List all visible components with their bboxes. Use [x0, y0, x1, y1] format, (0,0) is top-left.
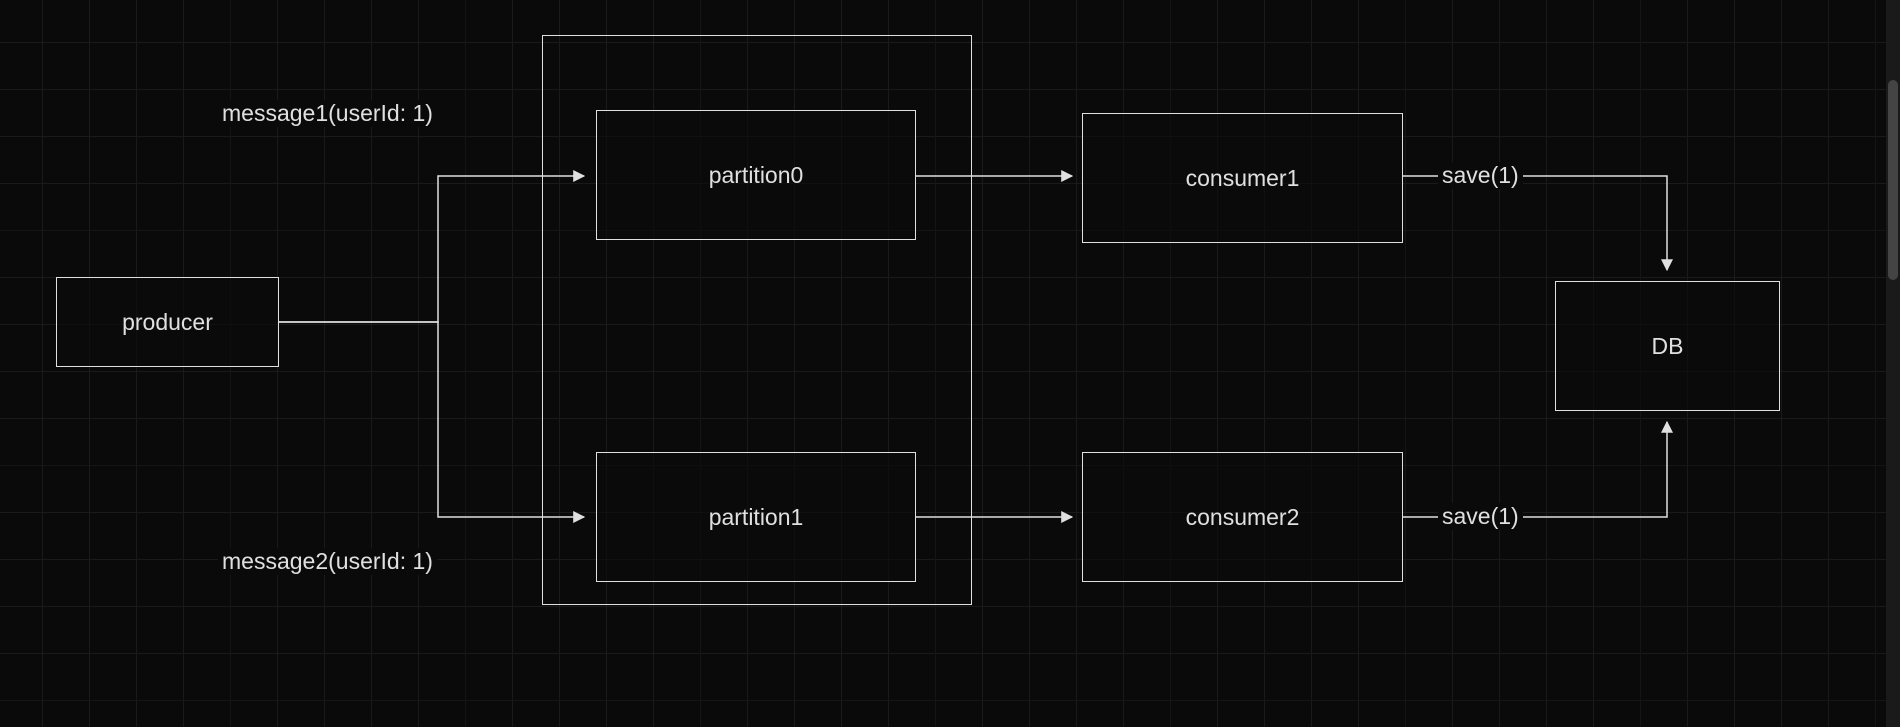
consumer1-label: consumer1: [1186, 165, 1300, 192]
edge-label-save1: save(1): [1438, 162, 1523, 189]
producer-node[interactable]: producer: [56, 277, 279, 367]
consumer2-node[interactable]: consumer2: [1082, 452, 1403, 582]
edge-label-message2: message2(userId: 1): [218, 548, 437, 575]
producer-label: producer: [122, 309, 213, 336]
db-node[interactable]: DB: [1555, 281, 1780, 411]
partition0-node[interactable]: partition0: [596, 110, 916, 240]
edge-label-message1: message1(userId: 1): [218, 100, 437, 127]
partition1-node[interactable]: partition1: [596, 452, 916, 582]
consumer1-node[interactable]: consumer1: [1082, 113, 1403, 243]
db-label: DB: [1652, 333, 1684, 360]
edge-label-save2: save(1): [1438, 503, 1523, 530]
consumer2-label: consumer2: [1186, 504, 1300, 531]
vertical-scrollbar[interactable]: [1886, 0, 1900, 727]
scrollbar-thumb[interactable]: [1888, 80, 1898, 280]
partition1-label: partition1: [709, 504, 804, 531]
partition0-label: partition0: [709, 162, 804, 189]
